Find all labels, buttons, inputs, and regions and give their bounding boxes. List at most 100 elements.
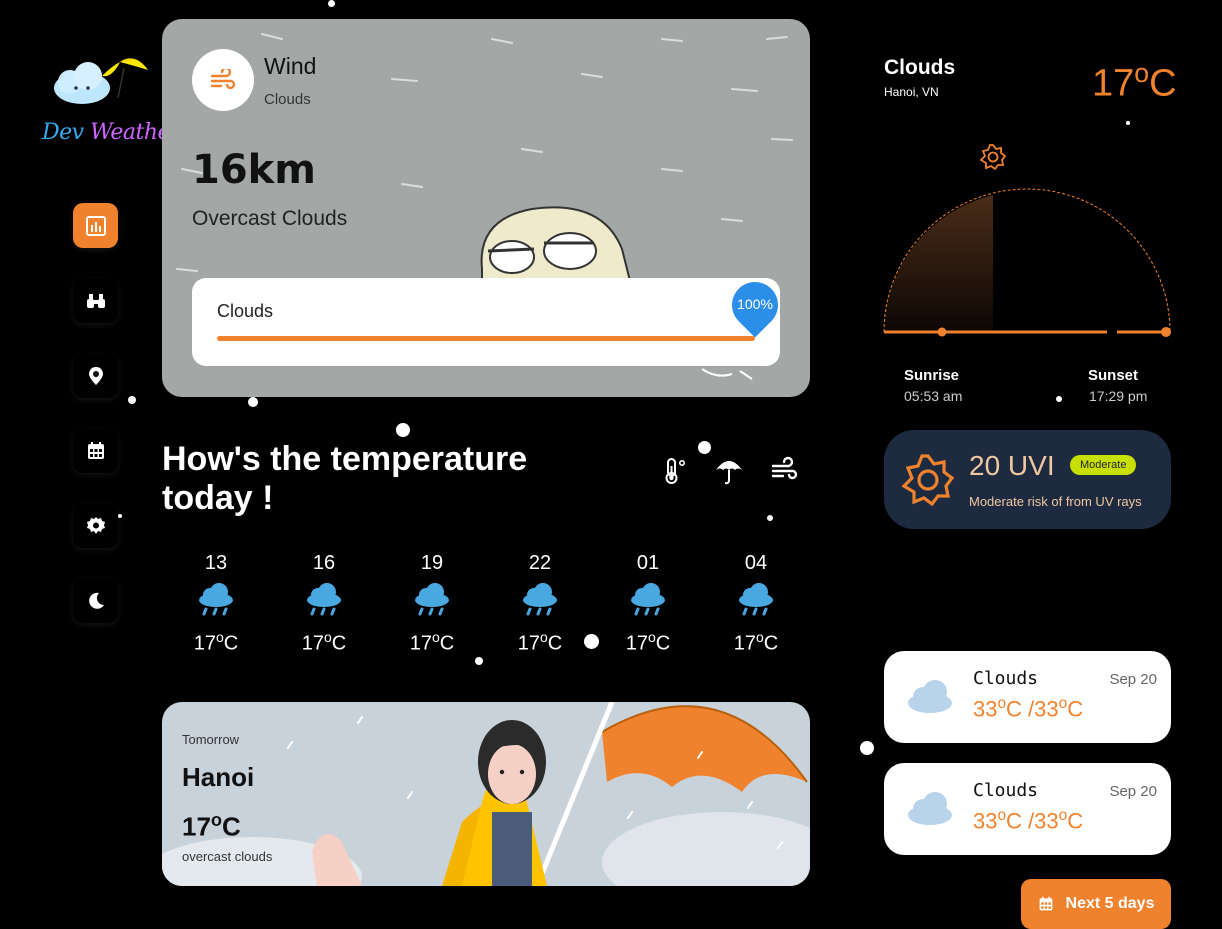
hour-temp-value: 17 [625, 632, 648, 655]
snow-flake [1056, 396, 1062, 402]
sun-path-elapsed-area [884, 195, 993, 332]
cloudiness-label: Clouds [217, 301, 274, 321]
sun-path-chart [883, 144, 1171, 337]
uv-level-badge: Moderate [1070, 455, 1137, 475]
cloud-icon [908, 792, 952, 825]
binoculars-icon [86, 293, 105, 308]
forecast-temp-range: 33oC /33oC [973, 807, 1084, 834]
forecast-date: Sep 20 [1109, 783, 1157, 800]
hour-temp-value: 17 [733, 632, 756, 655]
forecast-unit: C [1067, 808, 1084, 834]
wind-icon [210, 69, 236, 90]
sidebar-item-explore[interactable] [73, 278, 118, 323]
hour-temp-unit: C [331, 632, 347, 655]
temperature-heading: How's the temperature today ! [162, 440, 528, 517]
thermometer-icon[interactable] [660, 456, 690, 486]
sun-icon [901, 454, 955, 507]
hour-temperature: 17oC [625, 629, 671, 655]
hour-temperature: 17oC [733, 629, 779, 655]
calendar-icon [1039, 896, 1052, 911]
rain-cloud-icon [523, 583, 557, 616]
forecast-condition: Clouds [973, 668, 1039, 689]
hour-temp-unit: C [223, 632, 239, 655]
wind-subtitle: Clouds [264, 91, 311, 108]
sidebar-item-location[interactable] [73, 353, 118, 398]
sunrise-time: 05:53 am [904, 388, 963, 404]
tomorrow-description: overcast clouds [182, 849, 273, 864]
hour-temp-value: 17 [409, 632, 432, 655]
snow-flake [1126, 121, 1130, 125]
hour-time: 01 [636, 552, 660, 574]
forecast-unit: C [1006, 696, 1022, 722]
hourly-forecast-item: 16 17oC [284, 552, 364, 656]
calendar-icon [87, 441, 104, 459]
forecast-card[interactable]: Clouds Sep 20 33oC /33oC [884, 763, 1171, 855]
tomorrow-city: Hanoi [182, 762, 255, 792]
rain-cloud-icon [415, 583, 449, 616]
sidebar-item-dashboard[interactable] [73, 203, 118, 248]
sidebar-item-dark-mode[interactable] [73, 578, 118, 623]
forecast-temp-range: 33oC /33oC [973, 695, 1084, 722]
sunrise-label: Sunrise [904, 367, 960, 384]
wind-card: Wind Clouds 16km Overcast Clouds Clouds … [162, 19, 810, 397]
app-logo-text: Dev Weather [42, 120, 181, 145]
sidebar-item-settings[interactable] [73, 503, 118, 548]
cloud-icon [908, 680, 952, 713]
sunset-time: 17:29 pm [1089, 388, 1148, 404]
sidebar-item-calendar[interactable] [73, 428, 118, 473]
snow-flake [860, 741, 874, 755]
wind-title: Wind [264, 53, 317, 79]
logo-text-dev: Dev [42, 120, 84, 145]
current-condition: Clouds [884, 56, 956, 79]
next-5-days-label: Next 5 days [1065, 895, 1155, 912]
hour-temp-unit: C [655, 632, 671, 655]
forecast-low: 33 [1034, 696, 1059, 722]
uv-description: Moderate risk of from UV rays [969, 494, 1142, 509]
tomorrow-temperature: 17oC [182, 810, 241, 842]
sun-icon [979, 144, 1007, 171]
current-temp-value: 17 [1092, 62, 1135, 105]
hourly-forecast-item: 01 17oC [608, 552, 688, 656]
forecast-unit: C [1067, 696, 1084, 722]
tomorrow-card[interactable]: Tomorrow Hanoi 17oC overcast clouds [162, 702, 810, 886]
snow-flake [248, 397, 258, 407]
forecast-card[interactable]: Clouds Sep 20 33oC /33oC [884, 651, 1171, 743]
hour-temp-value: 17 [517, 632, 540, 655]
rain-cloud-icon [199, 583, 233, 616]
hourly-forecast-item: 22 17oC [500, 552, 580, 656]
cloudiness-percent: 100% [737, 296, 773, 312]
hour-temperature: 17oC [301, 629, 347, 655]
snow-flake [128, 396, 136, 404]
next-5-days-button[interactable]: Next 5 days [1021, 879, 1171, 929]
snow-flake [767, 515, 773, 521]
hour-temp-value: 17 [301, 632, 324, 655]
hour-temperature: 17oC [193, 629, 239, 655]
uv-value: 20 UVI [969, 450, 1055, 481]
umbrella-icon[interactable] [714, 456, 744, 486]
cloudiness-progress-bar [217, 336, 755, 341]
uv-index-card: 20 UVI Moderate Moderate risk of from UV… [884, 430, 1171, 529]
sunrise-marker [937, 327, 947, 337]
wind-icon[interactable] [770, 456, 800, 486]
sunset-label: Sunset [1088, 367, 1139, 384]
hour-time: 19 [420, 552, 444, 574]
hour-time: 04 [744, 552, 768, 574]
snow-flake [328, 0, 335, 7]
hour-time: 13 [204, 552, 228, 574]
map-pin-icon [88, 366, 103, 385]
rain-cloud-icon [307, 583, 341, 616]
sunset-marker [1161, 327, 1171, 337]
wind-value: 16km [192, 147, 316, 193]
current-temperature: 17oC [1092, 58, 1177, 105]
forecast-high: 33 [973, 808, 998, 834]
hourly-forecast-item: 19 17oC [392, 552, 472, 656]
rain-cloud-icon [631, 583, 665, 616]
hour-time: 22 [528, 552, 552, 574]
hour-temperature: 17oC [409, 629, 455, 655]
tomorrow-temp-value: 17 [182, 811, 211, 842]
forecast-low: 33 [1034, 808, 1059, 834]
rain-cloud-icon [739, 583, 773, 616]
hourly-forecast-item: 13 17oC [176, 552, 256, 656]
moon-icon [88, 592, 104, 609]
current-temp-unit: C [1149, 62, 1177, 105]
